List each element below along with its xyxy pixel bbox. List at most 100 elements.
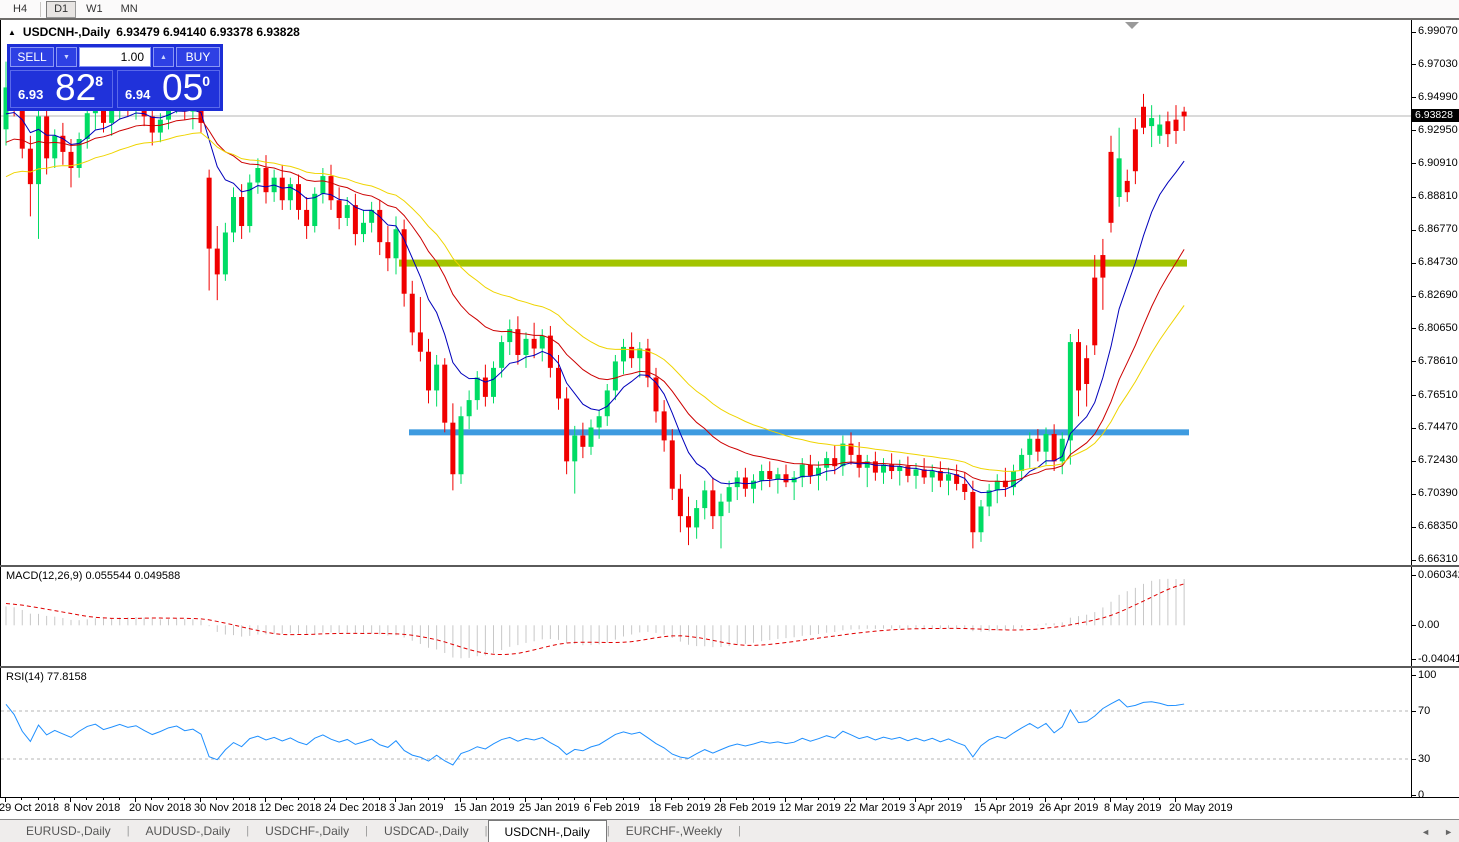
collapse-quotes-icon[interactable]: ▲: [8, 28, 16, 37]
timeframe-d1-button[interactable]: D1: [46, 0, 77, 18]
date-axis-tick: [606, 798, 608, 800]
buy-price-main: 05: [162, 67, 204, 108]
volume-increase-button[interactable]: ▲: [153, 47, 174, 67]
date-axis-tick: [37, 798, 39, 800]
price-axis-label: 6.70390: [1418, 487, 1458, 500]
timeframe-h4-button[interactable]: H4: [5, 1, 35, 18]
tab-eurchf[interactable]: EURCHF-,Weekly: [610, 820, 738, 842]
tab-usdchf[interactable]: USDCHF-,Daily: [249, 820, 365, 842]
date-axis-label: 18 Feb 2019: [649, 802, 711, 814]
price-axis-label: 6.74470: [1418, 421, 1458, 434]
price-axis-tick: [1411, 559, 1416, 561]
price-axis-label: 6.80650: [1418, 321, 1458, 334]
date-axis-label: 12 Dec 2018: [259, 802, 322, 814]
price-axis-tick: [1411, 493, 1416, 495]
date-axis-tick: [817, 798, 819, 800]
volume-decrease-button[interactable]: ▼: [56, 47, 77, 67]
date-axis-label: 25 Jan 2019: [519, 802, 580, 814]
price-axis-label: 6.94990: [1418, 90, 1458, 103]
sell-price-prefix: 6.93: [18, 87, 44, 102]
date-axis-tick: [752, 798, 754, 800]
rsi-axis-tick: [1411, 675, 1416, 676]
date-axis-tick: [882, 798, 884, 800]
price-axis-tick: [1411, 361, 1416, 363]
date-axis-tick: [216, 798, 218, 800]
macd-indicator-pane[interactable]: MACD(12,26,9) 0.055544 0.049588 0.060342…: [0, 567, 1459, 666]
sell-price-box[interactable]: 6.93 82 8: [10, 67, 113, 108]
date-axis-label: 8 May 2019: [1104, 802, 1162, 814]
date-axis-tick: [557, 798, 559, 800]
date-axis-tick: [86, 798, 88, 800]
date-axis-tick: [931, 798, 933, 800]
date-axis-tick: [703, 798, 705, 800]
buy-price-prefix: 6.94: [125, 87, 151, 102]
chart-shift-marker-icon[interactable]: [1125, 22, 1139, 29]
price-axis-tick: [1411, 130, 1416, 132]
date-axis-tick: [996, 798, 998, 800]
date-axis-tick: [768, 798, 770, 800]
main-chart-pane[interactable]: ▲ USDCNH-,Daily 6.93479 6.94140 6.93378 …: [0, 20, 1459, 565]
tab-eurusd[interactable]: EURUSD-,Daily: [10, 820, 127, 842]
buy-price-box[interactable]: 6.94 05 0: [117, 67, 220, 108]
date-axis-tick: [53, 798, 55, 800]
price-axis-label: 6.99070: [1418, 25, 1458, 37]
date-axis-tick: [963, 798, 965, 800]
sell-button[interactable]: SELL: [10, 47, 54, 67]
volume-input[interactable]: [80, 48, 150, 66]
tab-scroll-arrows: ◄ ►: [1421, 820, 1453, 842]
tab-scroll-left-icon[interactable]: ◄: [1421, 827, 1430, 837]
date-axis-tick: [297, 798, 299, 800]
date-axis-tick: [232, 798, 234, 800]
date-axis-tick: [508, 798, 510, 800]
chart-ohlc-quotes: 6.93479 6.94140 6.93378 6.93828: [116, 25, 300, 39]
tab-scroll-right-icon[interactable]: ►: [1444, 827, 1453, 837]
date-axis-tick: [183, 798, 185, 800]
timeframe-mn-button[interactable]: MN: [113, 1, 146, 18]
rsi-indicator-pane[interactable]: RSI(14) 77.8158 100 70 30 0: [0, 668, 1459, 797]
rsi-axis-tick: [1411, 711, 1416, 712]
timeframe-w1-button[interactable]: W1: [78, 1, 111, 18]
rsi-axis-label: 70: [1418, 704, 1431, 717]
chart-title-row: ▲ USDCNH-,Daily 6.93479 6.94140 6.93378 …: [8, 25, 300, 39]
price-axis-label: 6.82690: [1418, 289, 1458, 301]
date-axis-label: 29 Oct 2018: [0, 802, 59, 814]
volume-field-wrap: [79, 47, 151, 67]
macd-axis-label: 0.00: [1418, 618, 1440, 631]
price-axis-tick: [1411, 163, 1416, 165]
macd-label: MACD(12,26,9) 0.055544 0.049588: [6, 570, 181, 582]
date-axis-tick: [622, 798, 624, 800]
rsi-axis-tick: [1411, 795, 1416, 796]
date-axis-tick: [313, 798, 315, 800]
price-axis-tick: [1411, 295, 1416, 297]
price-axis-label: 6.66310: [1418, 553, 1458, 565]
date-axis-tick: [1028, 798, 1030, 800]
buy-button[interactable]: BUY: [176, 47, 220, 67]
price-axis-line: [1411, 20, 1412, 565]
date-axis-tick: [102, 798, 104, 800]
price-axis-label: 6.84730: [1418, 256, 1458, 269]
date-axis-tick: [476, 798, 478, 800]
sell-price-pip: 8: [95, 73, 103, 89]
date-axis-tick: [346, 798, 348, 800]
price-axis-label: 6.78610: [1418, 354, 1458, 367]
price-axis-label: 6.97030: [1418, 57, 1458, 70]
tab-audusd[interactable]: AUDUSD-,Daily: [130, 820, 247, 842]
tab-usdcnh[interactable]: USDCNH-,Daily: [487, 820, 607, 842]
date-axis-label: 28 Feb 2019: [714, 802, 776, 814]
macd-plot: [5, 578, 1185, 659]
date-axis-tick: [638, 798, 640, 800]
rsi-axis-line: [1411, 668, 1412, 797]
date-axis-tick: [1061, 798, 1063, 800]
date-axis-tick: [866, 798, 868, 800]
date-axis-tick: [573, 798, 575, 800]
price-axis-tick: [1411, 460, 1416, 462]
tab-usdcad[interactable]: USDCAD-,Daily: [368, 820, 485, 842]
price-axis-label: 6.92950: [1418, 123, 1458, 136]
date-axis-label: 3 Apr 2019: [909, 802, 963, 814]
date-axis-label: 20 Nov 2018: [129, 802, 192, 814]
date-axis-tick: [427, 798, 429, 800]
date-axis-label: 22 Mar 2019: [844, 802, 906, 814]
price-axis-tick: [1411, 328, 1416, 330]
macd-axis-line: [1411, 567, 1412, 666]
date-axis[interactable]: 29 Oct 2018 8 Nov 2018 20 Nov 2018 30 Nov 2…: [0, 797, 1459, 818]
